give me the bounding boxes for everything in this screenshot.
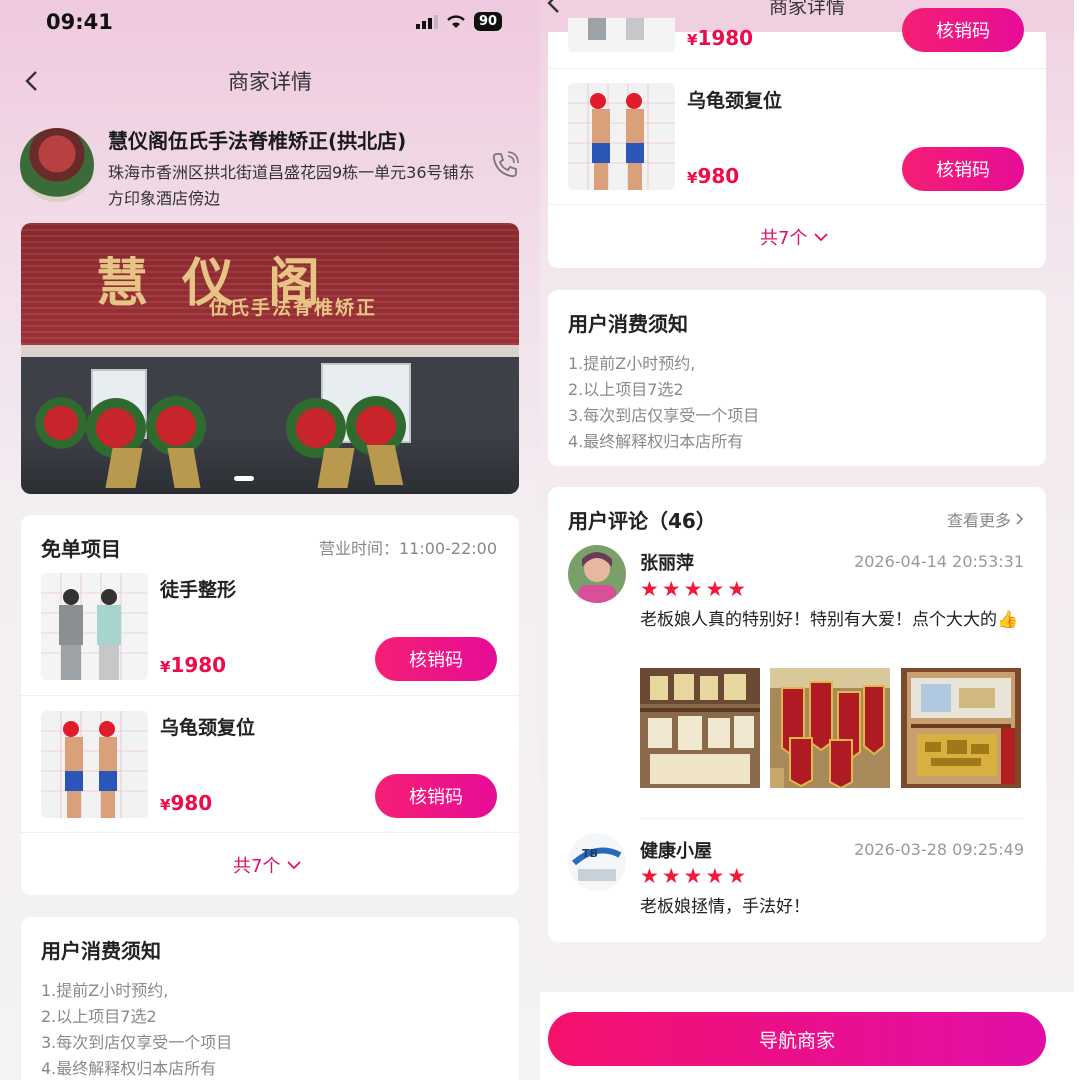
notice-line: 1.提前Z小时预约,: [41, 981, 169, 1000]
call-button[interactable]: [488, 148, 522, 182]
divider: [548, 68, 1046, 69]
redeem-code-button-1[interactable]: 核销码: [902, 8, 1024, 52]
business-hours: 营业时间：11:00-22:00: [319, 539, 497, 558]
review-photo-3[interactable]: [901, 668, 1021, 788]
notice-title: 用户消费须知: [41, 939, 161, 963]
signal-icon: [416, 14, 438, 29]
deal-thumbnail-2[interactable]: [568, 83, 675, 190]
divider: [548, 204, 1046, 205]
review-text-2: 老板娘拯情，手法好！: [640, 897, 810, 917]
deal-name-2: 乌龟颈复位: [160, 717, 256, 739]
star-rating-2: ★★★★★: [640, 864, 750, 888]
chevron-right-icon: [1016, 513, 1024, 525]
status-time: 09:41: [46, 10, 113, 34]
show-all-label: 共7个: [233, 856, 281, 877]
chevron-down-icon: [814, 233, 829, 242]
divider: [640, 818, 1024, 819]
page-title: 商家详情: [228, 70, 312, 94]
consumer-notice-card: 用户消费须知 1.提前Z小时预约, 2.以上项目7选2 3.每次到店仅享受一个项…: [21, 917, 519, 1080]
chevron-down-icon: [287, 861, 302, 870]
bottom-action-bar: 导航商家: [540, 992, 1074, 1080]
notice-line: 3.每次到店仅享受一个项目: [41, 1033, 233, 1052]
wifi-icon: [447, 15, 465, 28]
show-all-items[interactable]: 共7个: [233, 852, 302, 878]
review-date-1: 2026-04-14 20:53:31: [854, 552, 1024, 571]
deal-thumbnail-2[interactable]: [41, 711, 148, 818]
notice-line: 2.以上项目7选2: [41, 1007, 157, 1026]
star-rating-1: ★★★★★: [640, 577, 750, 601]
notice-line: 4.最终解释权归本店所有: [568, 432, 744, 451]
review-date-2: 2026-03-28 09:25:49: [854, 840, 1024, 859]
review-text-1: 老板娘人真的特别好！特别有大爱！点个大大的👍: [640, 610, 1019, 630]
deal-thumbnail-1[interactable]: [41, 573, 148, 680]
deal-name-1: 徒手整形: [160, 579, 237, 601]
store-sign-subtitle: 伍氏手法脊椎矫正: [209, 297, 378, 319]
divider: [21, 832, 519, 833]
deal-price-1: ¥1980: [160, 653, 227, 677]
show-all-items[interactable]: 共7个: [760, 224, 829, 250]
reviews-card: 用户评论（46） 查看更多 张丽萍 2026-04-14 20:53:31 ★★…: [548, 487, 1046, 942]
left-screen: 09:41 90 商家详情 慧仪阁伍氏手法脊椎矫正(拱北店) 珠海市香洲区拱北街…: [0, 0, 540, 1080]
store-photo-banner[interactable]: 慧仪阁 伍氏手法脊椎矫正: [21, 223, 519, 494]
divider: [21, 695, 519, 696]
merchant-address: 珠海市香洲区拱北街道昌盛花园9栋一单元36号铺东方印象酒店傍边: [108, 163, 475, 208]
notice-line: 3.每次到店仅享受一个项目: [568, 406, 760, 425]
see-more-label: 查看更多: [946, 511, 1011, 530]
phone-icon: [492, 151, 519, 178]
notice-title: 用户消费须知: [568, 312, 688, 336]
free-items-card: 免单项目 营业时间：11:00-22:00 徒手整形 ¥1980 核销码 乌龟颈…: [21, 515, 519, 895]
avatar-logo: TB: [568, 833, 626, 891]
posture-photo: [568, 83, 675, 190]
posture-photo: [41, 573, 148, 680]
show-all-label: 共7个: [760, 228, 808, 249]
reviewer-name-1: 张丽萍: [640, 553, 694, 574]
reviews-title: 用户评论（46）: [568, 509, 716, 533]
awards-cabinet-photo: [901, 668, 1021, 788]
posture-photo: [568, 18, 675, 52]
merchant-avatar: [20, 128, 94, 202]
redeem-code-button-2[interactable]: 核销码: [375, 774, 497, 818]
deal-price-2: ¥980: [687, 164, 740, 188]
review-photo-2[interactable]: [770, 668, 890, 788]
deal-thumbnail-1[interactable]: [568, 18, 675, 52]
review-photo-1[interactable]: [640, 668, 760, 788]
redeem-code-button-1[interactable]: 核销码: [375, 637, 497, 681]
battery-indicator: 90: [474, 12, 503, 31]
notice-line: 2.以上项目7选2: [568, 380, 684, 399]
avatar-photo: [568, 545, 626, 603]
navigate-to-merchant-button[interactable]: 导航商家: [548, 1012, 1046, 1066]
deal-name-2: 乌龟颈复位: [687, 90, 783, 112]
reviewer-name-2: 健康小屋: [640, 841, 712, 862]
posture-photo: [41, 711, 148, 818]
see-more-reviews[interactable]: 查看更多: [947, 507, 1024, 531]
right-screen: 商家详情 ¥1980 核销码 乌龟颈复位 ¥980 核销码 共7个 用户消费须知…: [540, 0, 1074, 1080]
notice-line: 4.最终解释权归本店所有: [41, 1059, 217, 1078]
certificates-wall-photo: [640, 668, 760, 788]
deal-price-2: ¥980: [160, 791, 213, 815]
reviewer-avatar-1: [568, 545, 626, 603]
free-items-card-continued: ¥1980 核销码 乌龟颈复位 ¥980 核销码 共7个: [548, 8, 1046, 268]
reviewer-avatar-2: TB: [568, 833, 626, 891]
svg-text:TB: TB: [582, 847, 598, 860]
deal-price-1: ¥1980: [687, 26, 754, 50]
merchant-name: 慧仪阁伍氏手法脊椎矫正(拱北店): [108, 129, 407, 153]
redeem-code-button-2[interactable]: 核销码: [902, 147, 1024, 191]
consumer-notice-card: 用户消费须知 1.提前Z小时预约, 2.以上项目7选2 3.每次到店仅享受一个项…: [548, 290, 1046, 466]
carousel-indicator: [234, 476, 254, 481]
notice-line: 1.提前Z小时预约,: [568, 354, 696, 373]
banners-photo: [770, 668, 890, 788]
free-items-title: 免单项目: [41, 537, 121, 561]
status-icons: 90: [416, 12, 503, 31]
